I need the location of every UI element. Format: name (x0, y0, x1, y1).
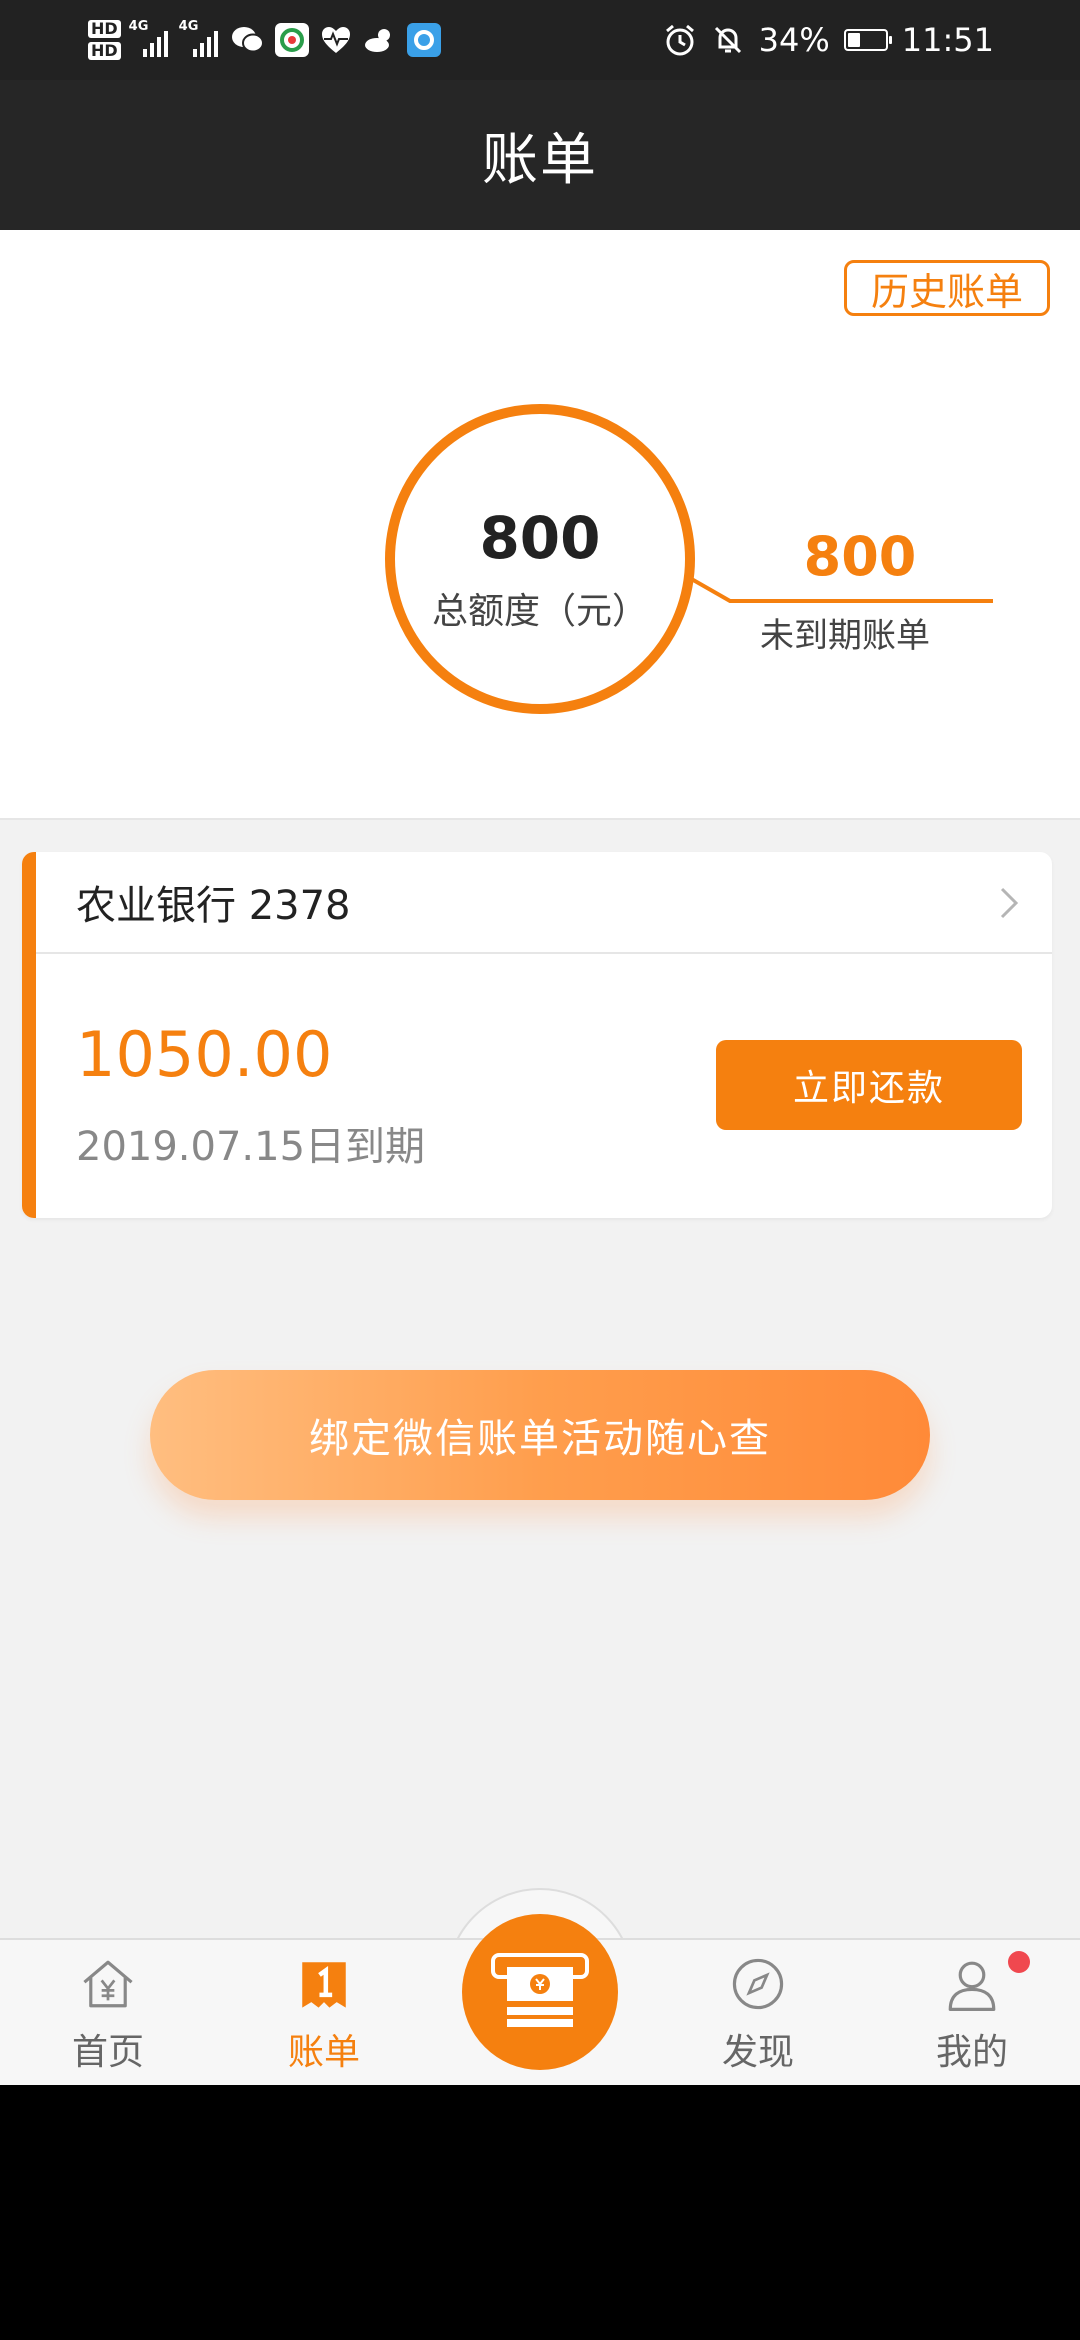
undue-bill-value: 800 (803, 525, 917, 588)
status-right: 34% 11:51 (663, 14, 994, 66)
tab-home-label: 首页 (71, 2032, 144, 2073)
total-credit-label: 总额度（元） (431, 591, 648, 632)
health-icon (319, 23, 353, 57)
status-left: HD HD 4G 4G (88, 14, 441, 66)
bill-amount: 1050.00 (76, 1018, 333, 1091)
tab-discover-label: 发现 (721, 2032, 794, 2073)
home-yuan-icon (83, 1960, 133, 2008)
battery-icon (843, 29, 892, 51)
alarm-icon (665, 24, 694, 56)
total-credit-ring: 800 总额度（元） (385, 404, 695, 714)
bill-due-date: 2019.07.15日到期 (76, 1124, 426, 1170)
total-credit-value: 800 (479, 504, 601, 572)
hd-badge-1: HD (88, 20, 121, 38)
nav-bar: 账单 (0, 80, 1080, 230)
credit-summary: 历史账单 800 总额度（元） 800 未到期账单 (0, 230, 1080, 820)
history-bills-button[interactable]: 历史账单 (844, 260, 1050, 316)
weather-icon (363, 23, 397, 57)
network-label-2: 4G (178, 19, 199, 34)
hd-indicators: HD HD (88, 20, 121, 60)
clock: 11:51 (901, 21, 994, 59)
tab-discover[interactable]: 发现 (678, 1955, 838, 2075)
browser-app-icon (274, 23, 309, 57)
tab-mine-label: 我的 (935, 2032, 1008, 2073)
signal-icon-1: 4G (129, 19, 171, 57)
battery-percent: 34% (758, 21, 830, 59)
cash-icon (491, 1953, 589, 2027)
undue-bill-label: 未到期账单 (760, 616, 930, 656)
repay-now-button[interactable]: 立即还款 (716, 1040, 1022, 1130)
compass-icon (732, 1958, 784, 2010)
bank-row[interactable]: 农业银行 2378 (36, 852, 1052, 954)
tab-bill[interactable]: 账单 (244, 1955, 404, 2075)
status-bar: HD HD 4G 4G 34% 11:51 (0, 0, 1080, 80)
wechat-icon (231, 23, 265, 57)
tab-mine[interactable]: 我的 (892, 1951, 1052, 2075)
user-icon (948, 1961, 996, 2011)
bill-accent-bar (22, 852, 36, 1218)
battery-fill (847, 33, 861, 47)
notification-badge (1008, 1951, 1030, 1973)
app-screen: HD HD 4G 4G 34% 11:51 账单 历史账单 800 总额度（元）… (0, 0, 1080, 2085)
hd-badge-2: HD (88, 42, 121, 60)
bank-name: 农业银行 2378 (76, 883, 351, 929)
mute-bell-icon (714, 26, 741, 54)
tab-cash-button[interactable] (462, 1914, 618, 2070)
bill-card: 农业银行 2378 1050.00 2019.07.15日到期 立即还款 (22, 852, 1052, 1218)
network-label-1: 4G (128, 19, 149, 34)
chevron-right-icon (1000, 887, 1019, 919)
tab-home[interactable]: 首页 (28, 1955, 188, 2075)
app-icon-blue (406, 23, 441, 57)
page-title: 账单 (482, 127, 598, 193)
bill-icon (302, 1962, 346, 2008)
signal-icon-2: 4G (179, 19, 221, 57)
tab-bill-label: 账单 (287, 2032, 360, 2073)
bind-wechat-button[interactable]: 绑定微信账单活动随心查 (150, 1370, 930, 1500)
